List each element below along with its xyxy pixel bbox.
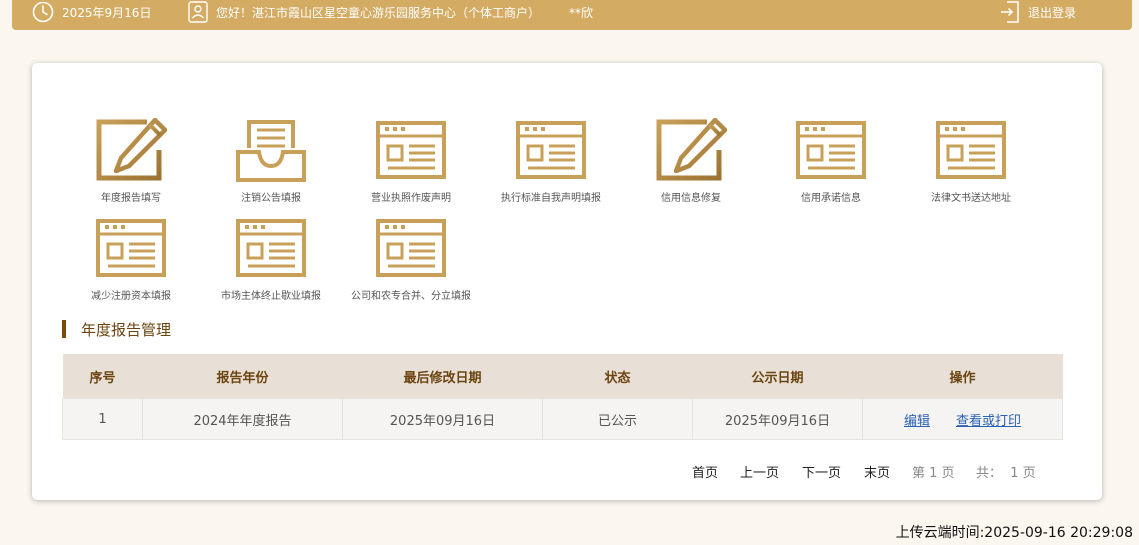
tile-label: 市场主体终止歇业填报 xyxy=(221,291,321,302)
tile-business-termination[interactable]: 市场主体终止歇业填报 xyxy=(201,216,341,302)
header-greeting: 您好！湛江市霞山区星空童心游乐园服务中心（个体工商户） xyxy=(188,0,540,24)
inbox-tray-icon xyxy=(235,118,307,182)
section-title: 年度报告管理 xyxy=(62,320,172,339)
tile-label: 法律文书送达地址 xyxy=(931,193,1011,204)
column-header-index: 序号 xyxy=(62,354,143,399)
tile-label: 公司和农专合并、分立填报 xyxy=(351,291,471,302)
tile-label: 年度报告填写 xyxy=(101,193,161,204)
user-badge-icon xyxy=(188,1,208,23)
column-header-publish-date: 公示日期 xyxy=(692,354,863,399)
pagination-last[interactable]: 末页 xyxy=(864,462,890,481)
section-title-text: 年度报告管理 xyxy=(81,320,172,339)
header-greeting-text: 您好！湛江市霞山区星空童心游乐园服务中心（个体工商户） xyxy=(216,5,541,20)
cell-index: 1 xyxy=(62,398,143,440)
table-header-row: 序号 报告年份 最后修改日期 状态 公示日期 操作 xyxy=(62,354,1063,399)
header-user-text: **欣 xyxy=(569,5,594,20)
logout-button[interactable]: 退出登录 xyxy=(1000,0,1076,24)
pagination-total: 共： 1 页 xyxy=(976,466,1036,481)
tile-label: 执行标准自我声明填报 xyxy=(501,193,601,204)
section-title-bar xyxy=(62,320,66,338)
upload-time: 上传云端时间:2025-09-16 20:29:08 xyxy=(895,525,1133,541)
pagination-first[interactable]: 首页 xyxy=(692,462,718,481)
tile-merger-split[interactable]: 公司和农专合并、分立填报 xyxy=(341,216,481,302)
cell-year: 2024年年度报告 xyxy=(142,398,343,440)
column-header-modified: 最后修改日期 xyxy=(342,354,543,399)
cell-status: 已公示 xyxy=(542,398,693,440)
document-form-icon xyxy=(935,118,1007,182)
document-form-icon xyxy=(375,216,447,280)
tile-annual-report[interactable]: 年度报告填写 xyxy=(61,117,201,204)
document-form-icon xyxy=(95,216,167,280)
header-user: **欣 xyxy=(569,0,593,24)
annual-report-table: 序号 报告年份 最后修改日期 状态 公示日期 操作 1 2024年年度报告 20… xyxy=(62,354,1063,440)
document-form-icon xyxy=(515,118,587,182)
clock-icon xyxy=(32,1,54,23)
cell-modified: 2025年09月16日 xyxy=(342,398,543,440)
tile-credit-repair[interactable]: 信用信息修复 xyxy=(621,117,761,204)
tile-label: 信用信息修复 xyxy=(661,193,721,204)
top-header-bar: 2025年9月16日 您好！湛江市霞山区星空童心游乐园服务中心（个体工商户） *… xyxy=(12,0,1132,30)
main-card: 年度报告填写 注销公告填报 营业执照作废声明 执行标准自我声明填报 信用信息修复… xyxy=(32,63,1102,500)
tile-label: 信用承诺信息 xyxy=(801,193,861,204)
edit-form-icon xyxy=(95,117,168,182)
document-form-icon xyxy=(375,118,447,182)
tile-deregistration-notice[interactable]: 注销公告填报 xyxy=(201,118,341,204)
logout-icon xyxy=(1000,1,1020,23)
column-header-actions: 操作 xyxy=(862,354,1063,399)
cell-publish-date: 2025年09月16日 xyxy=(692,398,863,440)
header-date-text: 2025年9月16日 xyxy=(62,5,152,20)
tile-standard-declaration[interactable]: 执行标准自我声明填报 xyxy=(481,118,621,204)
header-date: 2025年9月16日 xyxy=(32,0,151,24)
pagination-current: 第 1 页 xyxy=(912,466,955,481)
column-header-status: 状态 xyxy=(542,354,693,399)
tile-label: 营业执照作废声明 xyxy=(371,193,451,204)
tile-legal-address[interactable]: 法律文书送达地址 xyxy=(901,118,1041,204)
document-form-icon xyxy=(235,216,307,280)
tile-label: 注销公告填报 xyxy=(241,193,301,204)
column-header-year: 报告年份 xyxy=(142,354,343,399)
logout-label: 退出登录 xyxy=(1028,5,1077,20)
cell-actions: 编辑 查看或打印 xyxy=(862,398,1063,440)
table-row: 1 2024年年度报告 2025年09月16日 已公示 2025年09月16日 … xyxy=(62,398,1063,440)
edit-form-icon xyxy=(655,117,728,182)
document-form-icon xyxy=(795,118,867,182)
pagination-prev[interactable]: 上一页 xyxy=(740,462,779,481)
view-print-link[interactable]: 查看或打印 xyxy=(956,414,1021,429)
tile-credit-commitment[interactable]: 信用承诺信息 xyxy=(761,118,901,204)
tile-license-void[interactable]: 营业执照作废声明 xyxy=(341,118,481,204)
tile-label: 减少注册资本填报 xyxy=(91,291,171,302)
pagination-next[interactable]: 下一页 xyxy=(802,462,841,481)
tile-capital-reduction[interactable]: 减少注册资本填报 xyxy=(61,216,201,302)
edit-link[interactable]: 编辑 xyxy=(904,414,930,429)
